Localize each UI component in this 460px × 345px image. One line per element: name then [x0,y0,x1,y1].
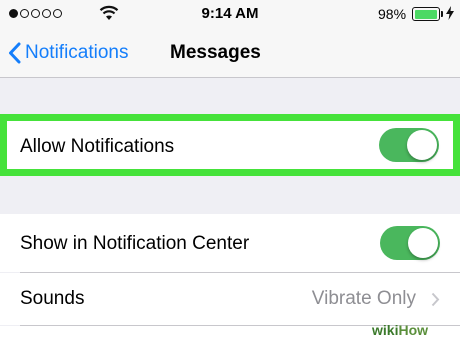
show-in-center-label: Show in Notification Center [20,233,250,254]
chevron-left-icon [9,42,21,64]
navigation-bar: Notifications Messages [0,30,460,78]
page-title: Messages [170,42,261,63]
chevron-right-icon [431,292,440,307]
back-button-label: Notifications [25,42,129,63]
status-bar: 9:14 AM 98% [0,0,460,30]
sounds-value: Vibrate Only [311,288,416,309]
allow-notifications-label: Allow Notifications [20,136,175,157]
toggle-knob [408,228,438,258]
back-button[interactable]: Notifications [8,36,129,70]
sounds-row[interactable]: Sounds Vibrate Only [0,273,460,325]
show-in-center-toggle[interactable] [380,226,440,260]
battery-percentage: 98% [378,6,407,22]
charging-bolt-icon [446,6,454,20]
show-in-notification-center-row[interactable]: Show in Notification Center [0,214,460,272]
battery-level [414,9,438,19]
toggle-knob [407,130,437,160]
allow-notifications-row[interactable]: Allow Notifications [0,114,460,176]
battery-icon [412,7,440,21]
sounds-label: Sounds [20,288,85,309]
allow-notifications-toggle[interactable] [379,128,439,162]
battery-tip [441,11,443,17]
wikihow-watermark: wikiHow [372,322,429,338]
